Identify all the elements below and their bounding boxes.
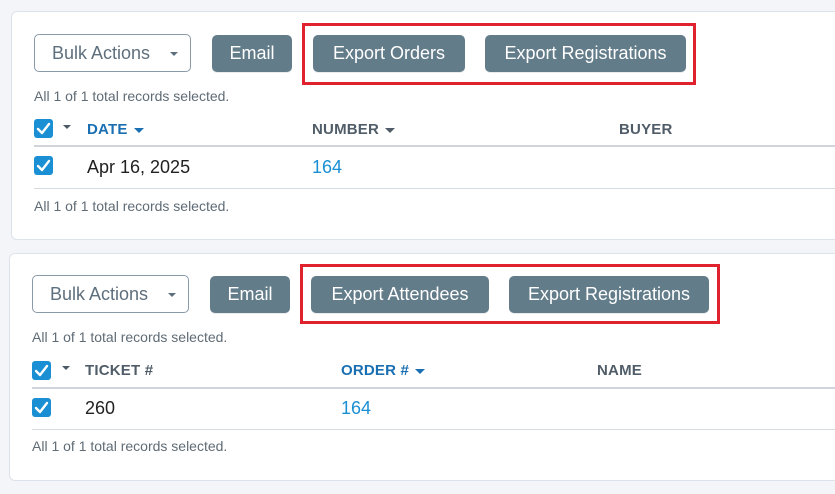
header-divider — [32, 387, 835, 389]
column-header-ticket[interactable]: TICKET # — [85, 362, 153, 379]
email-button[interactable]: Email — [210, 276, 290, 313]
order-number-link[interactable]: 164 — [312, 157, 342, 178]
row-ticket-number: 260 — [85, 398, 116, 418]
selection-summary: All 1 of 1 total records selected. — [32, 329, 228, 345]
row-divider — [34, 188, 835, 189]
check-icon — [36, 122, 51, 135]
sort-desc-icon — [415, 368, 426, 374]
selection-summary: All 1 of 1 total records selected. — [34, 88, 230, 104]
order-number-link[interactable]: 164 — [341, 398, 371, 419]
email-button[interactable]: Email — [212, 35, 292, 72]
column-header-name[interactable]: NAME — [597, 362, 642, 379]
select-all-checkbox[interactable] — [32, 361, 51, 380]
check-icon — [34, 364, 49, 377]
column-header-date-label: DATE — [87, 121, 128, 138]
select-options-caret-icon[interactable] — [62, 366, 70, 370]
export-attendees-button[interactable]: Export Attendees — [311, 276, 489, 313]
row-checkbox[interactable] — [32, 398, 51, 417]
attendees-panel: Bulk Actions Email Export Attendees Expo… — [9, 253, 835, 481]
check-icon — [34, 401, 49, 414]
column-header-name-label: NAME — [597, 362, 642, 379]
header-divider — [34, 145, 835, 147]
select-options-caret-icon[interactable] — [63, 125, 71, 129]
orders-panel: Bulk Actions Email Export Orders Export … — [11, 11, 835, 240]
bulk-actions-label: Bulk Actions — [52, 43, 151, 63]
row-checkbox[interactable] — [34, 156, 53, 175]
select-all-checkbox[interactable] — [34, 119, 53, 138]
row-divider — [32, 429, 835, 430]
export-registrations-button[interactable]: Export Registrations — [485, 35, 686, 72]
export-registrations-button[interactable]: Export Registrations — [509, 276, 709, 313]
selection-summary: All 1 of 1 total records selected. — [34, 198, 230, 214]
column-header-ticket-label: TICKET # — [85, 362, 154, 379]
column-header-order-label: ORDER # — [341, 362, 410, 379]
chevron-down-icon — [168, 293, 176, 297]
column-header-date[interactable]: DATE — [87, 121, 144, 138]
bulk-actions-label: Bulk Actions — [50, 284, 149, 304]
column-header-buyer[interactable]: BUYER — [619, 121, 673, 138]
sort-desc-icon — [133, 127, 144, 133]
selection-summary: All 1 of 1 total records selected. — [32, 438, 228, 454]
column-header-number-label: NUMBER — [312, 121, 380, 138]
export-orders-button[interactable]: Export Orders — [313, 35, 465, 72]
bulk-actions-dropdown[interactable]: Bulk Actions — [32, 275, 189, 313]
column-header-buyer-label: BUYER — [619, 121, 673, 138]
row-date: Apr 16, 2025 — [87, 157, 191, 177]
column-header-number[interactable]: NUMBER — [312, 121, 396, 138]
sort-desc-icon — [385, 127, 396, 133]
column-header-order[interactable]: ORDER # — [341, 362, 426, 379]
bulk-actions-dropdown[interactable]: Bulk Actions — [34, 34, 191, 72]
check-icon — [36, 159, 51, 172]
chevron-down-icon — [170, 52, 178, 56]
